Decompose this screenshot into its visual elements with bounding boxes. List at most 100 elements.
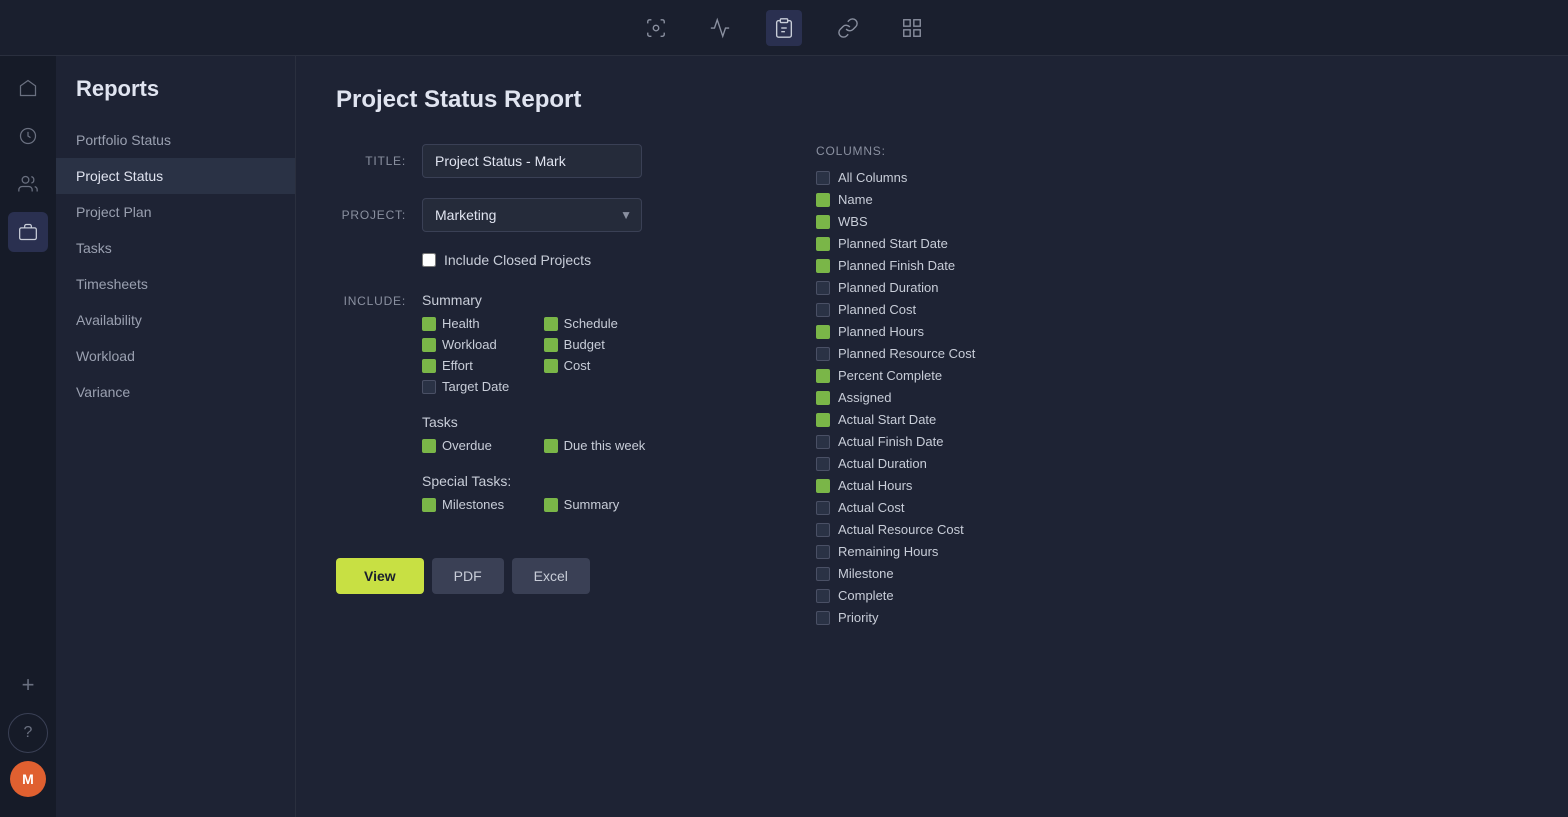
include-overdue[interactable]: Overdue bbox=[422, 438, 524, 453]
pdf-button[interactable]: PDF bbox=[432, 558, 504, 594]
column-planned-hours[interactable]: Planned Hours bbox=[816, 324, 1518, 339]
milestones-checkbox[interactable] bbox=[422, 498, 436, 512]
complete-checkbox[interactable] bbox=[816, 589, 830, 603]
assigned-checkbox[interactable] bbox=[816, 391, 830, 405]
include-health[interactable]: Health bbox=[422, 316, 524, 331]
include-schedule[interactable]: Schedule bbox=[544, 316, 646, 331]
actual-duration-checkbox[interactable] bbox=[816, 457, 830, 471]
include-workload[interactable]: Workload bbox=[422, 337, 524, 352]
column-planned-finish-date[interactable]: Planned Finish Date bbox=[816, 258, 1518, 273]
actual-start-date-checkbox[interactable] bbox=[816, 413, 830, 427]
layout-icon[interactable] bbox=[894, 10, 930, 46]
planned-finish-date-checkbox[interactable] bbox=[816, 259, 830, 273]
link-icon[interactable] bbox=[830, 10, 866, 46]
actual-resource-cost-label: Actual Resource Cost bbox=[838, 522, 964, 537]
planned-duration-checkbox[interactable] bbox=[816, 281, 830, 295]
column-milestone[interactable]: Milestone bbox=[816, 566, 1518, 581]
include-effort[interactable]: Effort bbox=[422, 358, 524, 373]
include-closed-checkbox[interactable] bbox=[422, 253, 436, 267]
user-avatar[interactable]: M bbox=[10, 761, 46, 797]
column-actual-start-date[interactable]: Actual Start Date bbox=[816, 412, 1518, 427]
column-all-columns[interactable]: All Columns bbox=[816, 170, 1518, 185]
column-actual-resource-cost[interactable]: Actual Resource Cost bbox=[816, 522, 1518, 537]
column-percent-complete[interactable]: Percent Complete bbox=[816, 368, 1518, 383]
target-date-checkbox[interactable] bbox=[422, 380, 436, 394]
assigned-label: Assigned bbox=[838, 390, 891, 405]
complete-label: Complete bbox=[838, 588, 894, 603]
excel-button[interactable]: Excel bbox=[512, 558, 590, 594]
budget-checkbox[interactable] bbox=[544, 338, 558, 352]
column-actual-cost[interactable]: Actual Cost bbox=[816, 500, 1518, 515]
all-columns-checkbox[interactable] bbox=[816, 171, 830, 185]
overdue-checkbox[interactable] bbox=[422, 439, 436, 453]
chart-icon[interactable] bbox=[702, 10, 738, 46]
sidebar-item-people[interactable] bbox=[8, 164, 48, 204]
include-target-date[interactable]: Target Date bbox=[422, 379, 524, 394]
include-milestones[interactable]: Milestones bbox=[422, 497, 524, 512]
sidebar-item-availability[interactable]: Availability bbox=[56, 302, 295, 338]
sidebar-item-variance[interactable]: Variance bbox=[56, 374, 295, 410]
column-remaining-hours[interactable]: Remaining Hours bbox=[816, 544, 1518, 559]
column-planned-resource-cost[interactable]: Planned Resource Cost bbox=[816, 346, 1518, 361]
actual-hours-checkbox[interactable] bbox=[816, 479, 830, 493]
health-checkbox[interactable] bbox=[422, 317, 436, 331]
title-label: TITLE: bbox=[336, 144, 406, 168]
column-priority[interactable]: Priority bbox=[816, 610, 1518, 625]
summary-special-checkbox[interactable] bbox=[544, 498, 558, 512]
sidebar-item-workload[interactable]: Workload bbox=[56, 338, 295, 374]
actual-resource-cost-checkbox[interactable] bbox=[816, 523, 830, 537]
sidebar-item-project-status[interactable]: Project Status bbox=[56, 158, 295, 194]
sidebar-item-tasks[interactable]: Tasks bbox=[56, 230, 295, 266]
include-due-this-week[interactable]: Due this week bbox=[544, 438, 646, 453]
add-workspace-button[interactable]: + bbox=[8, 665, 48, 705]
column-assigned[interactable]: Assigned bbox=[816, 390, 1518, 405]
milestone-checkbox[interactable] bbox=[816, 567, 830, 581]
percent-complete-checkbox[interactable] bbox=[816, 369, 830, 383]
column-name[interactable]: Name bbox=[816, 192, 1518, 207]
sidebar-item-home[interactable] bbox=[8, 68, 48, 108]
priority-checkbox[interactable] bbox=[816, 611, 830, 625]
effort-checkbox[interactable] bbox=[422, 359, 436, 373]
column-actual-hours[interactable]: Actual Hours bbox=[816, 478, 1518, 493]
view-button[interactable]: View bbox=[336, 558, 424, 594]
include-budget[interactable]: Budget bbox=[544, 337, 646, 352]
planned-hours-checkbox[interactable] bbox=[816, 325, 830, 339]
column-planned-duration[interactable]: Planned Duration bbox=[816, 280, 1518, 295]
actual-duration-label: Actual Duration bbox=[838, 456, 927, 471]
sidebar-item-clock[interactable] bbox=[8, 116, 48, 156]
clipboard-icon[interactable] bbox=[766, 10, 802, 46]
help-button[interactable]: ? bbox=[8, 713, 48, 753]
tasks-group-title: Tasks bbox=[422, 414, 645, 430]
scan-icon[interactable] bbox=[638, 10, 674, 46]
sidebar-item-project-plan[interactable]: Project Plan bbox=[56, 194, 295, 230]
column-actual-finish-date[interactable]: Actual Finish Date bbox=[816, 434, 1518, 449]
health-label: Health bbox=[442, 316, 480, 331]
actual-finish-date-checkbox[interactable] bbox=[816, 435, 830, 449]
wbs-checkbox[interactable] bbox=[816, 215, 830, 229]
column-wbs[interactable]: WBS bbox=[816, 214, 1518, 229]
actual-cost-checkbox[interactable] bbox=[816, 501, 830, 515]
sidebar-item-portfolio-status[interactable]: Portfolio Status bbox=[56, 122, 295, 158]
schedule-checkbox[interactable] bbox=[544, 317, 558, 331]
include-summary-special[interactable]: Summary bbox=[544, 497, 646, 512]
column-planned-cost[interactable]: Planned Cost bbox=[816, 302, 1518, 317]
include-cost[interactable]: Cost bbox=[544, 358, 646, 373]
cost-checkbox[interactable] bbox=[544, 359, 558, 373]
remaining-hours-checkbox[interactable] bbox=[816, 545, 830, 559]
name-checkbox[interactable] bbox=[816, 193, 830, 207]
planned-start-date-checkbox[interactable] bbox=[816, 237, 830, 251]
sidebar-item-briefcase[interactable] bbox=[8, 212, 48, 252]
column-planned-start-date[interactable]: Planned Start Date bbox=[816, 236, 1518, 251]
planned-cost-checkbox[interactable] bbox=[816, 303, 830, 317]
title-input[interactable] bbox=[422, 144, 642, 178]
effort-label: Effort bbox=[442, 358, 473, 373]
column-complete[interactable]: Complete bbox=[816, 588, 1518, 603]
summary-grid: Health Schedule Workload bbox=[422, 316, 645, 394]
column-actual-duration[interactable]: Actual Duration bbox=[816, 456, 1518, 471]
due-this-week-checkbox[interactable] bbox=[544, 439, 558, 453]
tasks-grid: Overdue Due this week bbox=[422, 438, 645, 453]
project-select[interactable]: Marketing bbox=[422, 198, 642, 232]
planned-resource-cost-checkbox[interactable] bbox=[816, 347, 830, 361]
workload-checkbox[interactable] bbox=[422, 338, 436, 352]
sidebar-item-timesheets[interactable]: Timesheets bbox=[56, 266, 295, 302]
